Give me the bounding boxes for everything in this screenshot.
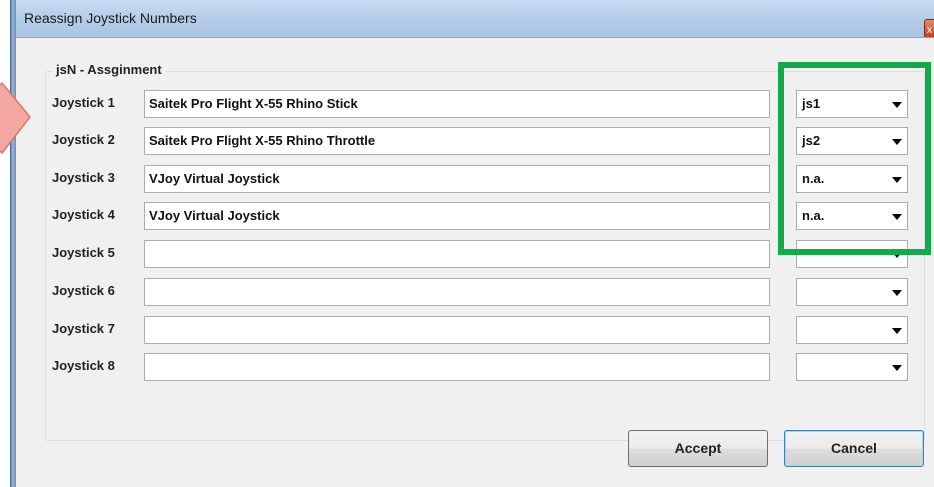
- joystick-row-3: Joystick 3 VJoy Virtual Joystick n.a.: [16, 165, 934, 193]
- device-name-field[interactable]: VJoy Virtual Joystick: [144, 165, 770, 193]
- joystick-label: Joystick 7: [52, 321, 115, 336]
- joystick-row-5: Joystick 5: [16, 240, 934, 268]
- joystick-label: Joystick 8: [52, 358, 115, 373]
- chevron-down-icon: [892, 139, 902, 145]
- joystick-row-7: Joystick 7: [16, 316, 934, 344]
- joystick-row-1: Joystick 1 Saitek Pro Flight X-55 Rhino …: [16, 90, 934, 118]
- joystick-label: Joystick 1: [52, 95, 115, 110]
- assignment-value: n.a.: [802, 208, 825, 223]
- assignment-dropdown[interactable]: n.a.: [796, 165, 908, 193]
- joystick-label: Joystick 6: [52, 283, 115, 298]
- assignment-value: js2: [802, 133, 821, 148]
- device-name-field[interactable]: VJoy Virtual Joystick: [144, 202, 770, 230]
- annotation-arrow-icon: [0, 81, 31, 155]
- device-name-field[interactable]: [144, 353, 770, 381]
- device-name-field[interactable]: [144, 316, 770, 344]
- joystick-row-4: Joystick 4 VJoy Virtual Joystick n.a.: [16, 202, 934, 230]
- chevron-down-icon: [892, 365, 902, 371]
- assignment-dropdown[interactable]: [796, 240, 908, 268]
- assignment-dropdown[interactable]: [796, 278, 908, 306]
- dialog-body: jsN - Assginment Joystick 1 Saitek Pro F…: [16, 37, 934, 487]
- joystick-label: Joystick 4: [52, 207, 115, 222]
- group-label: jsN - Assginment: [52, 62, 166, 77]
- window-left-border: [10, 0, 16, 487]
- dialog-window: Reassign Joystick Numbers x jsN - Assgin…: [10, 0, 934, 487]
- joystick-row-2: Joystick 2 Saitek Pro Flight X-55 Rhino …: [16, 127, 934, 155]
- title-bar[interactable]: Reassign Joystick Numbers x: [10, 0, 934, 39]
- device-name-field[interactable]: Saitek Pro Flight X-55 Rhino Throttle: [144, 127, 770, 155]
- close-icon[interactable]: x: [924, 19, 934, 39]
- assignment-dropdown[interactable]: [796, 316, 908, 344]
- chevron-down-icon: [892, 252, 902, 258]
- cancel-button[interactable]: Cancel: [784, 430, 924, 467]
- joystick-label: Joystick 5: [52, 245, 115, 260]
- joystick-row-8: Joystick 8: [16, 353, 934, 381]
- joystick-label: Joystick 3: [52, 170, 115, 185]
- assignment-dropdown[interactable]: n.a.: [796, 202, 908, 230]
- accept-button[interactable]: Accept: [628, 430, 768, 467]
- chevron-down-icon: [892, 214, 902, 220]
- device-name-field[interactable]: [144, 278, 770, 306]
- device-name-field[interactable]: Saitek Pro Flight X-55 Rhino Stick: [144, 90, 770, 118]
- joystick-label: Joystick 2: [52, 132, 115, 147]
- assignment-value: n.a.: [802, 171, 825, 186]
- chevron-down-icon: [892, 328, 902, 334]
- assignment-value: js1: [802, 96, 821, 111]
- device-name-field[interactable]: [144, 240, 770, 268]
- window-title: Reassign Joystick Numbers: [24, 10, 197, 26]
- chevron-down-icon: [892, 290, 902, 296]
- joystick-row-6: Joystick 6: [16, 278, 934, 306]
- chevron-down-icon: [892, 102, 902, 108]
- assignment-dropdown[interactable]: js2: [796, 127, 908, 155]
- assignment-dropdown[interactable]: js1: [796, 90, 908, 118]
- chevron-down-icon: [892, 177, 902, 183]
- assignment-dropdown[interactable]: [796, 353, 908, 381]
